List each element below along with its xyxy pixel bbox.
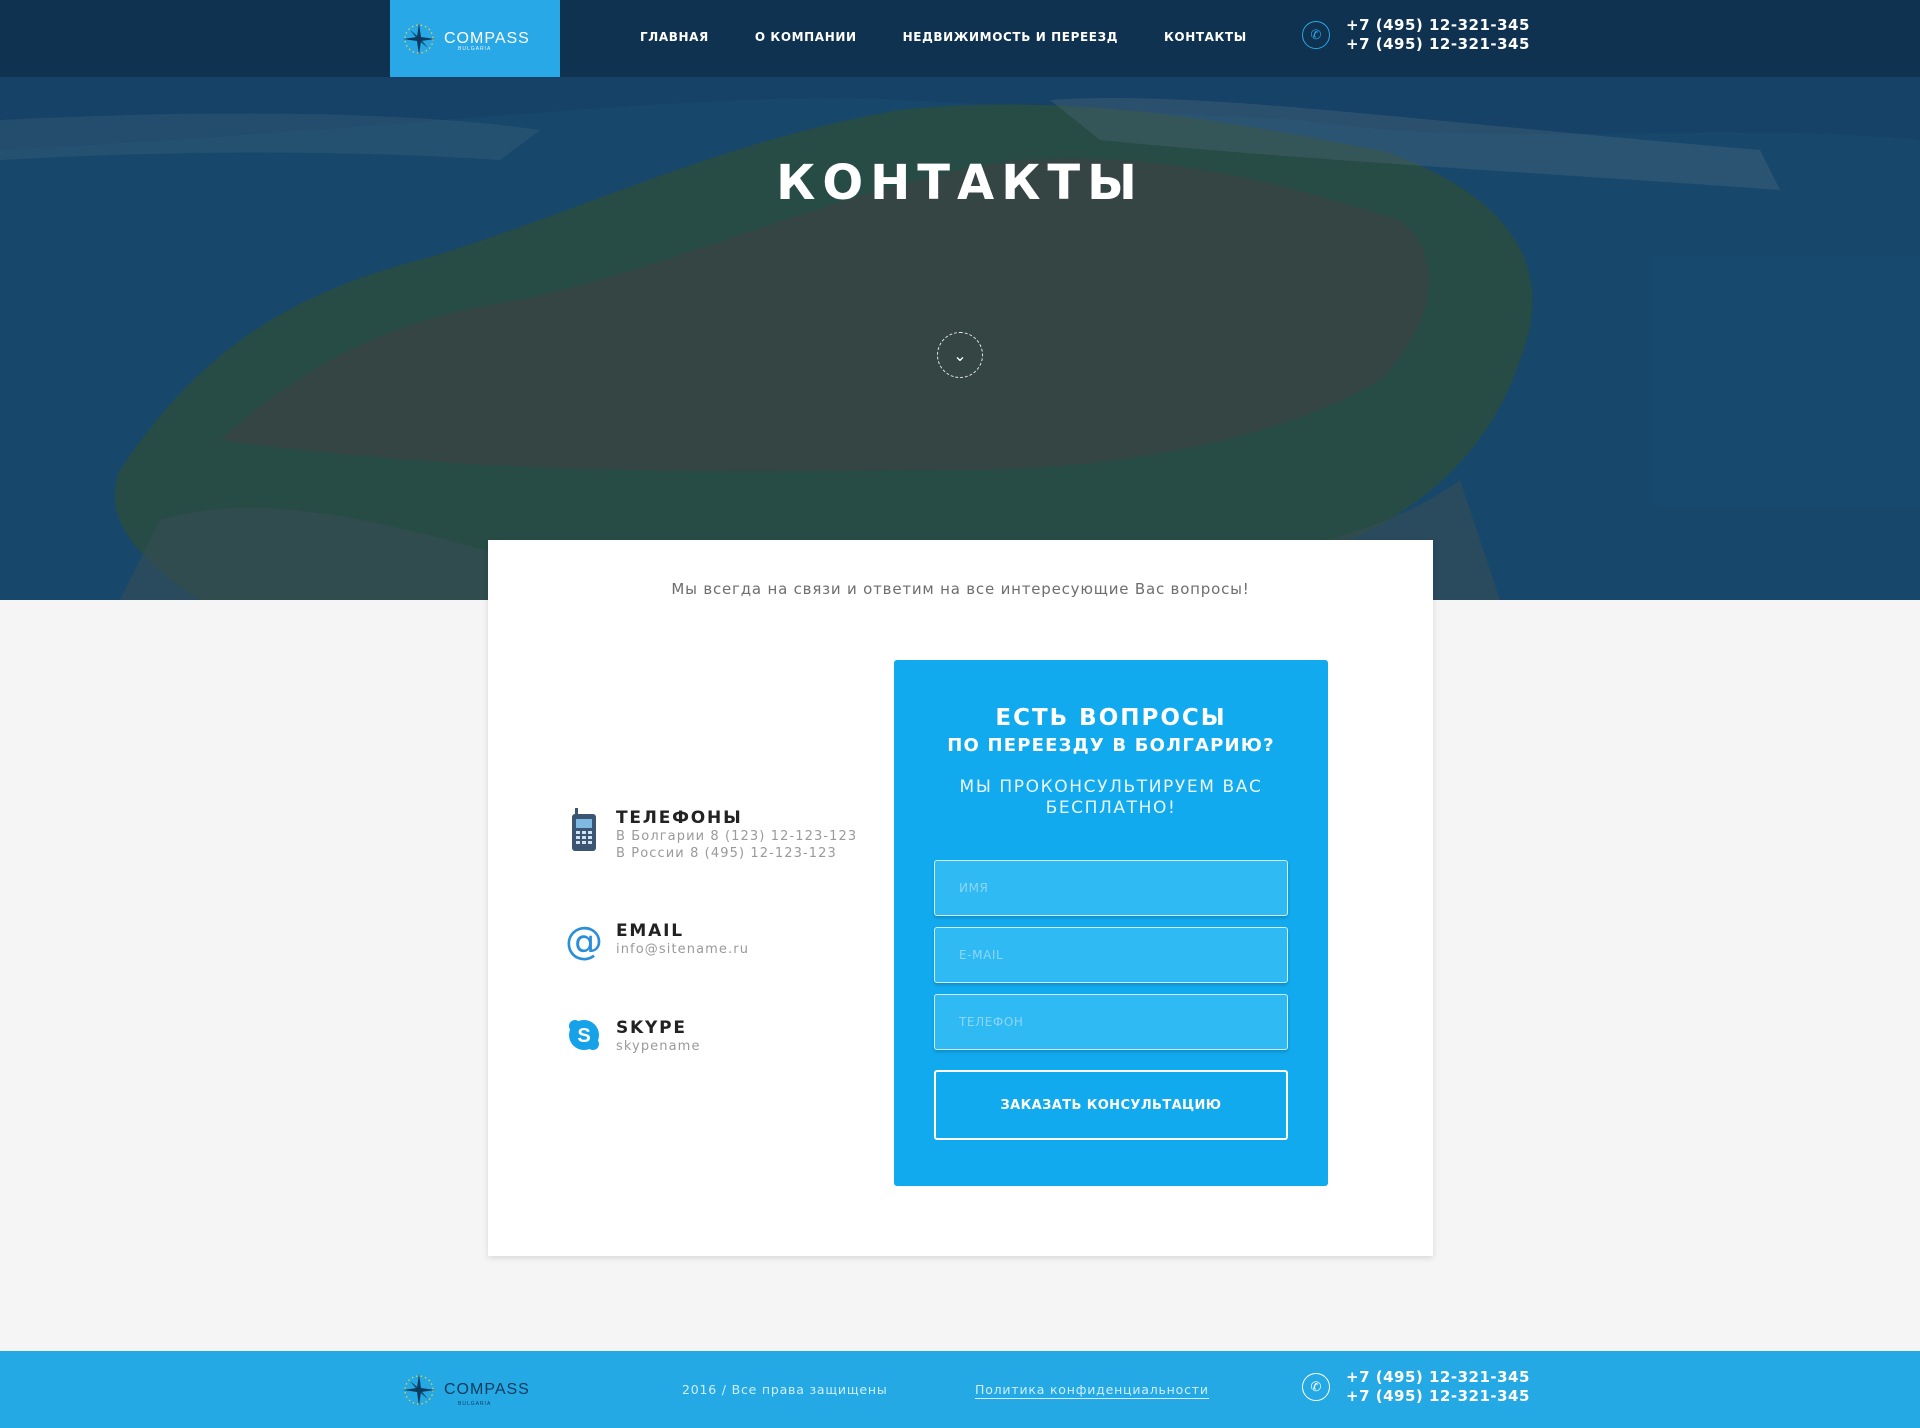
skype-name[interactable]: skypename — [616, 1038, 701, 1055]
at-sign-icon: @ — [565, 919, 603, 963]
footer-phone-1[interactable]: +7 (495) 12-321-345 — [1346, 1368, 1530, 1387]
form-heading: ЕСТЬ ВОПРОСЫ — [995, 705, 1227, 731]
header-phones: ✆ +7 (495) 12-321-345 +7 (495) 12-321-34… — [1302, 16, 1530, 54]
compass-logo-icon — [403, 1374, 435, 1406]
logo-name: COMPASS — [444, 29, 530, 47]
scroll-down-button[interactable]: ⌄ — [937, 332, 983, 378]
logo[interactable]: COMPASS BULGARIA — [390, 0, 560, 77]
phone-icon: ✆ — [1302, 1373, 1330, 1401]
hero-section: COMPASS BULGARIA ГЛАВНАЯ О КОМПАНИИ НЕДВ… — [0, 0, 1920, 600]
site-footer: COMPASS BULGARIA 2016 / Все права защище… — [0, 1351, 1920, 1428]
svg-text:S: S — [577, 1025, 590, 1047]
skype-icon: S — [566, 1018, 602, 1064]
site-header: COMPASS BULGARIA ГЛАВНАЯ О КОМПАНИИ НЕДВ… — [0, 0, 1920, 77]
hero-overlay — [0, 0, 1920, 600]
phone-field[interactable] — [934, 994, 1288, 1050]
contact-phones: ТЕЛЕФОНЫ В Болгарии 8 (123) 12-123-123 В… — [566, 808, 857, 862]
skype-title: SKYPE — [616, 1018, 687, 1038]
page-title: КОНТАКТЫ — [776, 155, 1144, 211]
form-heading-2: ПО ПЕРЕЕЗДУ В БОЛГАРИЮ? — [947, 735, 1275, 756]
email-title: EMAIL — [616, 921, 684, 941]
contact-email: @ EMAIL info@sitename.ru — [565, 919, 749, 967]
header-phone-2[interactable]: +7 (495) 12-321-345 — [1346, 35, 1530, 54]
footer-logo[interactable]: COMPASS BULGARIA — [400, 1371, 530, 1409]
contacts-card: Мы всегда на связи и ответим на все инте… — [488, 540, 1433, 1256]
footer-phone-2[interactable]: +7 (495) 12-321-345 — [1346, 1387, 1530, 1406]
contact-skype: S SKYPE skypename — [566, 1018, 701, 1064]
header-phone-1[interactable]: +7 (495) 12-321-345 — [1346, 16, 1530, 35]
consultation-form: ЕСТЬ ВОПРОСЫ ПО ПЕРЕЕЗДУ В БОЛГАРИЮ? МЫ … — [894, 660, 1328, 1186]
order-consultation-button[interactable]: ЗАКАЗАТЬ КОНСУЛЬТАЦИЮ — [934, 1070, 1288, 1140]
logo-tagline: BULGARIA — [458, 46, 492, 52]
main-nav: ГЛАВНАЯ О КОМПАНИИ НЕДВИЖИМОСТЬ И ПЕРЕЕЗ… — [640, 30, 1293, 44]
mobile-phone-icon — [566, 808, 602, 854]
nav-item-contacts[interactable]: КОНТАКТЫ — [1164, 30, 1247, 44]
phone-russia[interactable]: В России 8 (495) 12-123-123 — [616, 845, 857, 862]
email-field[interactable] — [934, 927, 1288, 983]
nav-item-about[interactable]: О КОМПАНИИ — [755, 30, 857, 44]
intro-text: Мы всегда на связи и ответим на все инте… — [671, 580, 1250, 598]
footer-phones: ✆ +7 (495) 12-321-345 +7 (495) 12-321-34… — [1302, 1368, 1530, 1406]
privacy-policy-link[interactable]: Политика конфиденциальности — [975, 1382, 1209, 1399]
nav-item-realty[interactable]: НЕДВИЖИМОСТЬ И ПЕРЕЕЗД — [903, 30, 1118, 44]
nav-item-home[interactable]: ГЛАВНАЯ — [640, 30, 709, 44]
compass-logo-icon — [403, 22, 435, 55]
phone-icon: ✆ — [1302, 21, 1330, 49]
phones-title: ТЕЛЕФОНЫ — [616, 808, 743, 828]
email-address[interactable]: info@sitename.ru — [616, 941, 749, 958]
form-subheading: МЫ ПРОКОНСУЛЬТИРУЕМ ВАС БЕСПЛАТНО! — [959, 777, 1263, 818]
footer-logo-name: COMPASS — [444, 1381, 530, 1398]
name-field[interactable] — [934, 860, 1288, 916]
footer-logo-tagline: BULGARIA — [458, 1401, 492, 1407]
chevron-down-icon: ⌄ — [953, 345, 967, 365]
copyright-text: 2016 / Все права защищены — [682, 1382, 888, 1397]
phone-bulgaria[interactable]: В Болгарии 8 (123) 12-123-123 — [616, 828, 857, 845]
